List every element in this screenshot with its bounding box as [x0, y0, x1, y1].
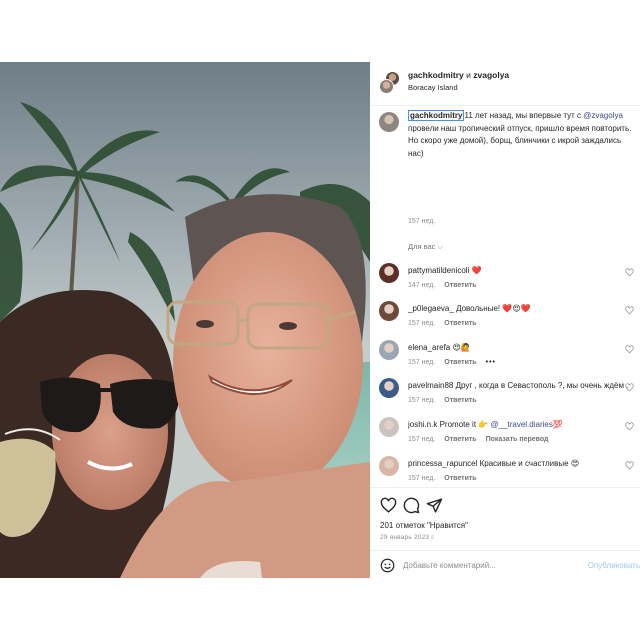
publish-button[interactable]: Опубликовать	[588, 561, 640, 570]
caption-text-after: провели наш тропический отпуск, пришло в…	[408, 123, 632, 158]
comment-input[interactable]	[403, 557, 593, 574]
comment-icon[interactable]	[403, 497, 420, 514]
comment-body: 😍🙋	[452, 343, 471, 352]
share-icon[interactable]	[426, 497, 443, 514]
comment-username[interactable]: elena_arefa	[408, 343, 450, 352]
comment-body-suffix: 💯	[552, 420, 563, 429]
avatar[interactable]	[379, 378, 399, 398]
likes-count[interactable]: 201 отметок "Нравится"	[380, 521, 468, 530]
comment-item: _p0legaeva_ Довольные! ❤️😍❤️ 157 нед. Отве…	[370, 301, 640, 337]
comment-body: Друг , когда в Севастополь ?, мы очень ж…	[455, 381, 629, 390]
comment-text: _p0legaeva_ Довольные! ❤️😍❤️	[408, 304, 636, 313]
comment-item: pavelmain88 Друг , когда в Севастополь ?…	[370, 378, 640, 414]
post-authors: gachkodmitry и zvagolya	[408, 70, 509, 80]
author-link-secondary[interactable]: zvagolya	[473, 70, 509, 80]
location-link[interactable]: Boracay Island	[408, 83, 458, 92]
comment-timestamp[interactable]: 147 нед.	[408, 282, 435, 289]
reply-button[interactable]: Ответить	[444, 397, 476, 404]
caption-username[interactable]: gachkodmitry	[408, 110, 465, 121]
comment-item: pattymatildenicoli ❤️ 147 нед. Ответить	[370, 263, 640, 299]
caption-mention[interactable]: @zvagolya	[583, 111, 623, 120]
post-details-pane: gachkodmitry и zvagolya Boracay Island g…	[370, 62, 640, 578]
comment-body: Красивые и счастливые 😍	[479, 459, 580, 468]
comment-body: Довольные! ❤️😍❤️	[456, 304, 531, 313]
comment-meta: 157 нед. Ответить	[408, 475, 486, 482]
chevron-down-icon: ⌵	[437, 244, 443, 251]
reply-button[interactable]: Ответить	[444, 359, 476, 366]
comment-meta: 157 нед. Ответить	[408, 397, 486, 404]
comment-like-icon[interactable]	[625, 461, 634, 470]
comment-mention[interactable]: @__travel.diaries	[490, 420, 552, 429]
authors-joiner: и	[466, 70, 471, 80]
comment-body: ❤️	[471, 266, 482, 275]
comments-list[interactable]: gachkodmitry 11 лет назад, мы впервые тут…	[370, 107, 640, 487]
post-photo-image	[0, 62, 370, 578]
avatar[interactable]	[379, 79, 394, 94]
emoji-icon[interactable]	[380, 558, 395, 573]
caption-avatar[interactable]	[379, 112, 399, 132]
add-comment-bar: Опубликовать	[370, 550, 640, 579]
avatar[interactable]	[379, 301, 399, 321]
comment-timestamp[interactable]: 157 нед.	[408, 320, 435, 327]
heart-icon[interactable]	[380, 497, 397, 514]
caption-timestamp[interactable]: 157 нед.	[408, 218, 435, 225]
comment-timestamp[interactable]: 157 нед.	[408, 359, 435, 366]
avatar[interactable]	[379, 417, 399, 437]
post-photo[interactable]	[0, 62, 370, 578]
post-caption: gachkodmitry 11 лет назад, мы впервые тут…	[408, 110, 636, 160]
comment-username[interactable]: pattymatildenicoli	[408, 266, 469, 275]
comment-text: pattymatildenicoli ❤️	[408, 266, 636, 275]
avatar[interactable]	[379, 456, 399, 476]
comment-like-icon[interactable]	[625, 383, 634, 392]
for-you-filter[interactable]: Для вас ⌵	[408, 242, 443, 252]
comment-meta: 157 нед. Ответить Показать перевод	[408, 436, 558, 443]
comment-text: princessa_rapuncel Красивые и счастливые…	[408, 459, 636, 468]
comment-timestamp[interactable]: 157 нед.	[408, 475, 435, 482]
caption-text-before: 11 лет назад, мы впервые тут с	[464, 111, 584, 120]
collab-avatars[interactable]	[379, 71, 401, 95]
comment-timestamp[interactable]: 157 нед.	[408, 436, 435, 443]
comment-text: pavelmain88 Друг , когда в Севастополь ?…	[408, 381, 636, 390]
post-date[interactable]: 29 январь 2023 г.	[380, 534, 435, 541]
comment-username[interactable]: princessa_rapuncel	[408, 459, 477, 468]
avatar[interactable]	[379, 263, 399, 283]
comment-timestamp[interactable]: 157 нед.	[408, 397, 435, 404]
translate-button[interactable]: Показать перевод	[486, 436, 549, 443]
comment-like-icon[interactable]	[625, 306, 634, 315]
comment-item: joshi.n.k Promote it 👉 @__travel.diaries…	[370, 417, 640, 453]
reply-button[interactable]: Ответить	[444, 475, 476, 482]
comment-username[interactable]: pavelmain88	[408, 381, 453, 390]
reply-button[interactable]: Ответить	[444, 320, 476, 327]
comment-meta: 147 нед. Ответить	[408, 282, 486, 289]
more-options-icon[interactable]: •••	[486, 359, 496, 366]
comment-username[interactable]: joshi.n.k	[408, 420, 437, 429]
reply-button[interactable]: Ответить	[444, 436, 476, 443]
comment-like-icon[interactable]	[625, 345, 634, 354]
comment-meta: 157 нед. Ответить	[408, 320, 486, 327]
for-you-label: Для вас	[408, 242, 436, 251]
comment-text: joshi.n.k Promote it 👉 @__travel.diaries…	[408, 420, 636, 429]
comment-text: elena_arefa 😍🙋	[408, 343, 636, 352]
avatar[interactable]	[379, 340, 399, 360]
comment-like-icon[interactable]	[625, 268, 634, 277]
comment-username[interactable]: _p0legaeva_	[408, 304, 454, 313]
post-actions: 201 отметок "Нравится" 29 январь 2023 г.…	[370, 487, 640, 578]
comment-like-icon[interactable]	[625, 422, 634, 431]
reply-button[interactable]: Ответить	[444, 282, 476, 289]
author-link-primary[interactable]: gachkodmitry	[408, 70, 464, 80]
comment-meta: 157 нед. Ответить •••	[408, 359, 505, 366]
comment-body: Promote it 👉	[439, 420, 491, 429]
comment-item: elena_arefa 😍🙋 157 нед. Ответить •••	[370, 340, 640, 376]
instagram-post-view: gachkodmitry и zvagolya Boracay Island g…	[0, 0, 640, 640]
post-header: gachkodmitry и zvagolya Boracay Island	[370, 62, 640, 106]
